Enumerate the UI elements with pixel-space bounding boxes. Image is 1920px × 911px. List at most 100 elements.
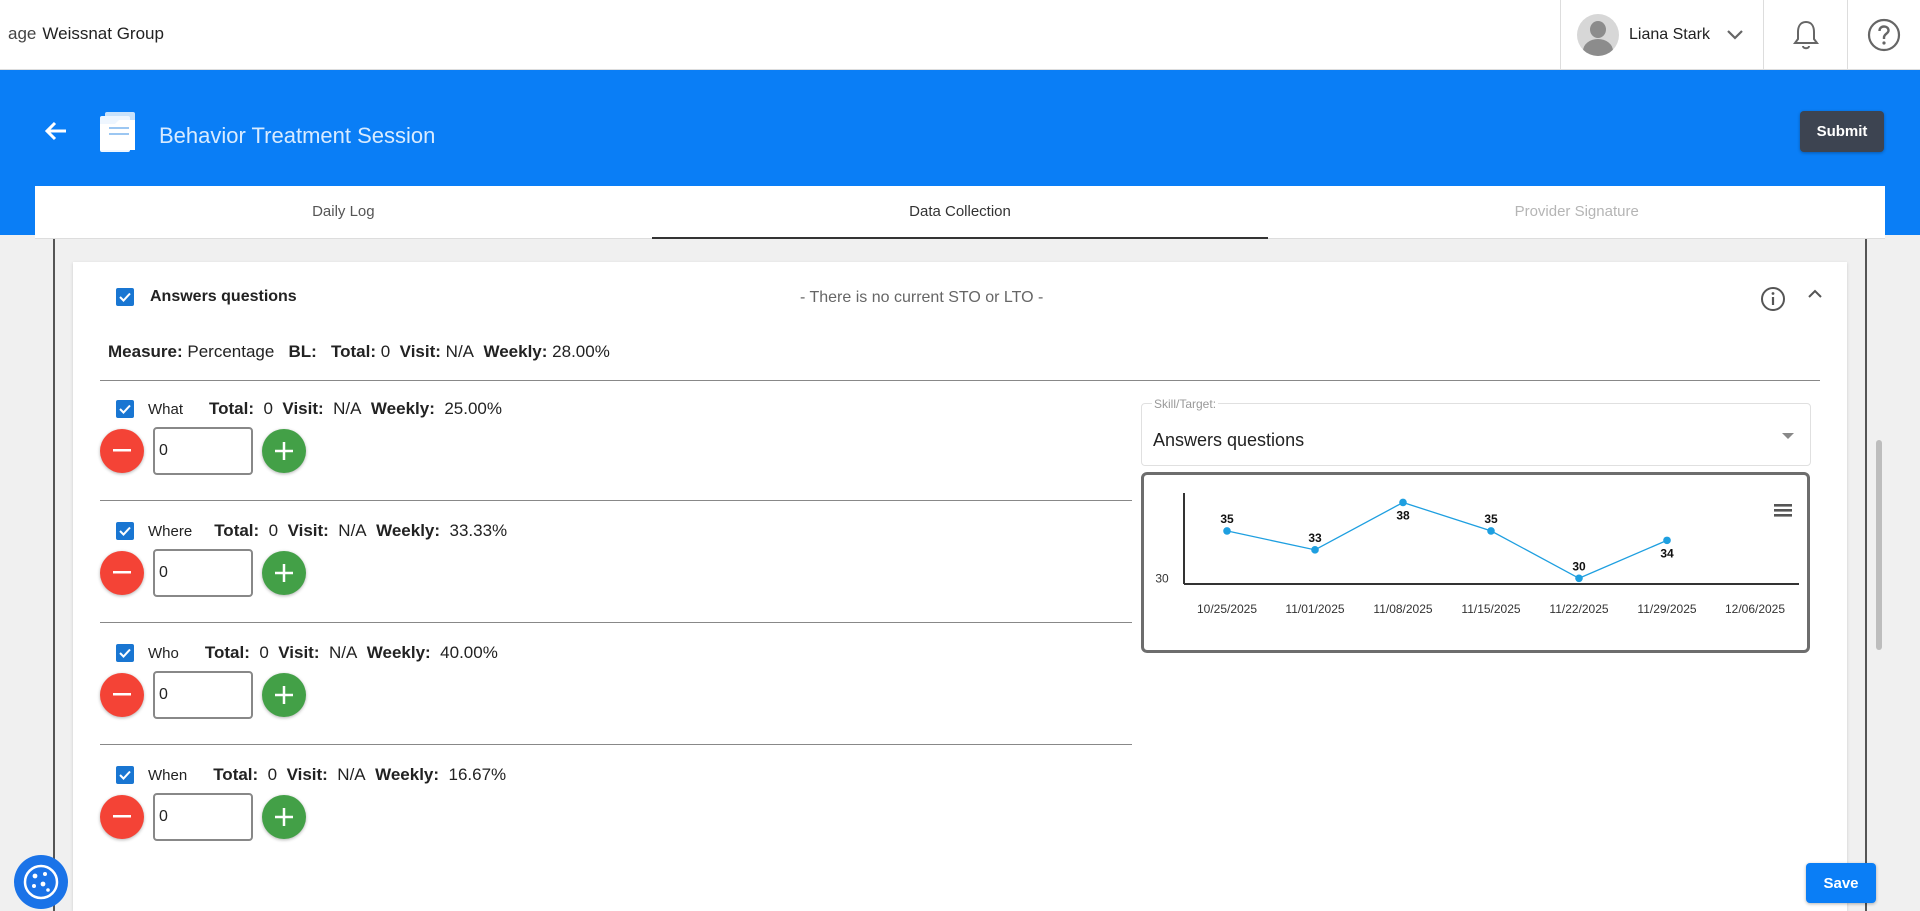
minus-icon [113, 815, 131, 818]
visit-label: Visit: [399, 342, 441, 361]
increment-button[interactable] [262, 795, 306, 839]
plus-icon [275, 442, 293, 460]
goal-checkbox[interactable] [116, 288, 134, 306]
target-checkbox[interactable] [116, 644, 134, 662]
visit-value: N/A [333, 399, 362, 418]
tab-provider-signature: Provider Signature [1514, 203, 1639, 220]
bl-label: BL: [288, 342, 317, 361]
cookie-icon [23, 864, 59, 900]
visit-value: N/A [445, 342, 475, 361]
x-tick-label: 11/22/2025 [1549, 602, 1608, 616]
scrollbar-thumb[interactable] [1876, 440, 1882, 650]
total-value: 0 [259, 643, 269, 662]
data-label: 30 [1572, 559, 1586, 573]
target-label: What [148, 400, 184, 418]
avatar [1577, 14, 1619, 56]
target-checkbox[interactable] [116, 766, 134, 784]
page-title: Behavior Treatment Session [159, 123, 436, 148]
chevron-up-icon[interactable] [1806, 288, 1824, 300]
menu-icon[interactable] [1774, 504, 1792, 517]
menu-icon-bar [1774, 514, 1792, 517]
caret-down-icon[interactable] [1782, 433, 1794, 439]
back-arrow-icon[interactable] [44, 120, 68, 142]
total-value: 0 [268, 521, 279, 540]
plus-icon [275, 808, 293, 826]
help-button[interactable] [1847, 0, 1920, 70]
notifications-button[interactable] [1763, 0, 1847, 70]
top-bar: age Weissnat Group Liana Stark [0, 0, 1920, 70]
increment-button[interactable] [262, 673, 306, 717]
skill-target-label: Skill/Target: [1152, 397, 1219, 411]
check-icon [119, 404, 131, 414]
divider [100, 500, 1132, 501]
check-icon [119, 648, 131, 658]
total-value: 0 [263, 399, 273, 418]
total-value: 0 [267, 765, 278, 784]
menu-icon-bar [1774, 504, 1792, 507]
increment-button[interactable] [262, 551, 306, 595]
visit-label: Visit: [287, 521, 329, 540]
data-point [1311, 546, 1319, 554]
progress-chart: 30 10/25/2025 11/01/2025 11/08/2025 11/15/20… [1141, 472, 1810, 653]
chevron-down-icon [1727, 30, 1743, 40]
document-icon [100, 112, 135, 152]
user-menu[interactable]: Liana Stark [1560, 0, 1763, 70]
count-input[interactable]: 0 [153, 549, 253, 597]
plus-icon [275, 564, 293, 582]
check-icon [119, 526, 131, 536]
decrement-button[interactable] [100, 551, 144, 595]
decrement-button[interactable] [100, 795, 144, 839]
data-label: 34 [1660, 546, 1674, 560]
total-label: Total: [213, 765, 259, 784]
user-name: Liana Stark [1629, 26, 1710, 43]
data-label: 35 [1484, 512, 1498, 526]
divider [100, 622, 1132, 623]
data-label: 33 [1308, 531, 1322, 545]
submit-button[interactable]: Submit [1800, 111, 1884, 152]
tab-data-collection[interactable]: Data Collection [651, 186, 1269, 239]
total-label: Total: [331, 342, 377, 361]
minus-icon [113, 693, 131, 696]
weekly-value: 28.00% [552, 342, 610, 361]
data-label: 35 [1220, 512, 1234, 526]
count-input[interactable]: 0 [153, 671, 253, 719]
logo-image: age [8, 24, 37, 43]
x-tick-label: 11/01/2025 [1285, 602, 1344, 616]
data-point [1487, 527, 1495, 535]
weekly-label: Weekly: [366, 643, 431, 662]
plus-icon [275, 686, 293, 704]
target-checkbox[interactable] [116, 522, 134, 540]
weekly-value: 40.00% [440, 643, 498, 662]
help-icon [1867, 18, 1901, 52]
target-checkbox[interactable] [116, 400, 134, 418]
save-button[interactable]: Save [1806, 863, 1876, 903]
visit-label: Visit: [278, 643, 320, 662]
total-label: Total: [204, 643, 250, 662]
org-name: Weissnat Group [42, 24, 164, 43]
cookie-settings-button[interactable] [14, 855, 68, 909]
count-input[interactable]: 0 [153, 793, 253, 841]
weekly-value: 25.00% [444, 399, 502, 418]
data-point [1399, 498, 1407, 507]
total-label: Total: [214, 521, 260, 540]
target-label: Who [148, 644, 179, 662]
goal-note: - There is no current STO or LTO - [800, 289, 1044, 306]
brand[interactable]: age Weissnat Group [8, 24, 164, 44]
count-input[interactable]: 0 [153, 427, 253, 475]
goal-title: Answers questions [150, 288, 297, 305]
info-icon[interactable] [1760, 286, 1786, 312]
target-label: Where [148, 522, 193, 540]
x-tick-label: 11/08/2025 [1373, 602, 1432, 616]
divider [100, 380, 1820, 381]
weekly-label: Weekly: [370, 399, 435, 418]
increment-button[interactable] [262, 429, 306, 473]
decrement-button[interactable] [100, 673, 144, 717]
line-chart: 30 10/25/2025 11/01/2025 11/08/2025 11/15/20… [1155, 493, 1799, 616]
tab-bar: Daily Log Data Collection Provider Signa… [35, 186, 1885, 239]
measure-summary: Measure: Percentage BL: Total: 0 Visit: … [108, 342, 610, 362]
data-point [1663, 536, 1671, 545]
tab-daily-log[interactable]: Daily Log [35, 186, 652, 238]
decrement-button[interactable] [100, 429, 144, 473]
check-icon [119, 292, 131, 302]
x-tick-label: 11/15/2025 [1461, 602, 1520, 616]
